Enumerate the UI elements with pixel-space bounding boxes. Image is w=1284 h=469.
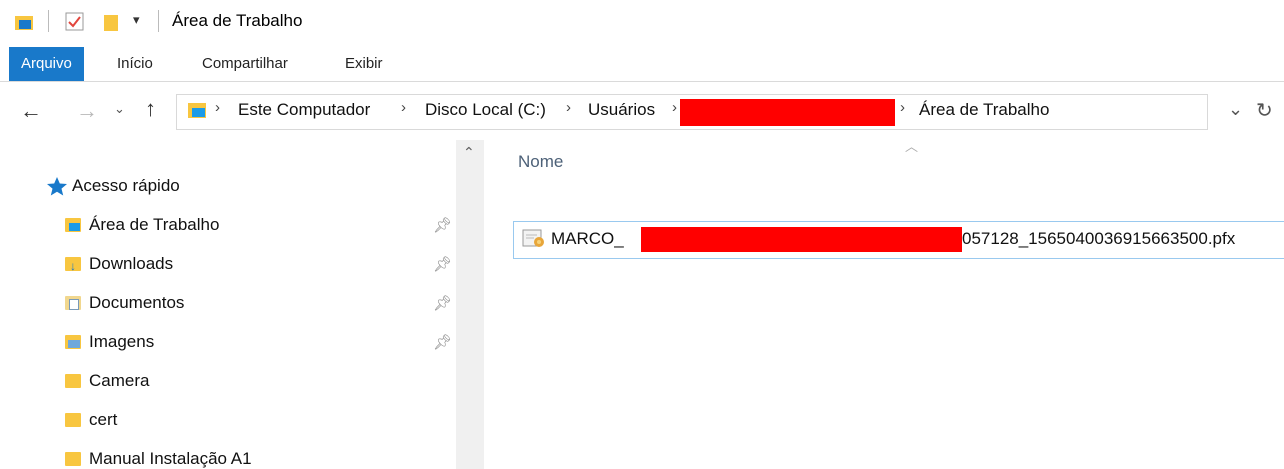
- navigation-pane: Acesso rápido Área de Trabalho 📌︎ ↓ Down…: [0, 140, 458, 469]
- redacted-file-name: [641, 227, 962, 252]
- desktop-folder-icon-overlay: [69, 223, 80, 231]
- star-icon: [47, 177, 67, 196]
- refresh-icon[interactable]: ↻: [1256, 98, 1273, 123]
- sidebar-item-documentos[interactable]: Documentos: [89, 293, 184, 313]
- chevron-right-icon[interactable]: ›: [566, 99, 571, 116]
- pin-icon[interactable]: 📌︎: [433, 333, 452, 351]
- sidebar-item-area-de-trabalho[interactable]: Área de Trabalho: [89, 215, 219, 235]
- file-name-prefix: MARCO_: [551, 229, 624, 248]
- file-explorer-icon: [15, 16, 33, 30]
- scroll-up-icon[interactable]: ⌃: [463, 144, 475, 161]
- chevron-right-icon[interactable]: ›: [215, 99, 220, 116]
- file-name-suffix: 057128_1565040036915663500.pfx: [962, 229, 1236, 248]
- desktop-location-icon: [188, 103, 206, 118]
- sidebar-scrollbar[interactable]: ⌃: [456, 140, 484, 469]
- folder-icon: [65, 374, 81, 388]
- chevron-right-icon[interactable]: ›: [900, 99, 905, 116]
- certificate-file-icon: [522, 229, 544, 247]
- document-page-icon: [69, 299, 79, 310]
- recent-locations-icon[interactable]: ⌄: [114, 101, 125, 117]
- sidebar-item-manual-instalacao-a1[interactable]: Manual Instalação A1: [89, 449, 252, 469]
- window-title: Área de Trabalho: [172, 11, 303, 30]
- quick-access-label[interactable]: Acesso rápido: [72, 176, 180, 196]
- pin-icon[interactable]: 📌︎: [433, 216, 452, 234]
- new-folder-icon[interactable]: [102, 12, 122, 32]
- sidebar-item-camera[interactable]: Camera: [89, 371, 149, 391]
- download-arrow-icon: ↓: [70, 259, 76, 273]
- toolbar-divider: [48, 10, 49, 32]
- folder-icon: [65, 452, 81, 466]
- properties-icon[interactable]: [65, 12, 85, 32]
- picture-overlay-icon: [68, 340, 80, 348]
- breadcrumb-este-computador[interactable]: Este Computador: [238, 100, 370, 120]
- tab-arquivo[interactable]: Arquivo: [9, 47, 84, 81]
- toolbar-divider: [158, 10, 159, 32]
- chevron-right-icon[interactable]: ›: [401, 99, 406, 116]
- pin-icon[interactable]: 📌︎: [433, 255, 452, 273]
- tab-exibir[interactable]: Exibir: [345, 47, 383, 81]
- breadcrumb-area-de-trabalho[interactable]: Área de Trabalho: [919, 100, 1049, 120]
- up-icon[interactable]: ↑: [145, 96, 156, 122]
- quick-access-dropdown-icon[interactable]: ▾: [133, 12, 140, 28]
- tab-compartilhar[interactable]: Compartilhar: [202, 47, 288, 81]
- folder-icon: [65, 413, 81, 427]
- breadcrumb-disco-local[interactable]: Disco Local (C:): [425, 100, 546, 120]
- sort-ascending-icon: ︿: [905, 139, 919, 154]
- title-bar: ▾ Área de Trabalho: [0, 0, 1284, 44]
- column-header-nome[interactable]: Nome: [518, 152, 563, 172]
- sidebar-item-imagens[interactable]: Imagens: [89, 332, 154, 352]
- pin-icon[interactable]: 📌︎: [433, 294, 452, 312]
- redacted-username: [680, 99, 895, 126]
- address-history-dropdown-icon[interactable]: ⌄: [1228, 99, 1243, 120]
- sidebar-item-downloads[interactable]: Downloads: [89, 254, 173, 274]
- chevron-right-icon[interactable]: ›: [672, 99, 677, 116]
- back-icon[interactable]: ←: [20, 98, 42, 124]
- sidebar-item-cert[interactable]: cert: [89, 410, 117, 430]
- breadcrumb-usuarios[interactable]: Usuários: [588, 100, 655, 120]
- tab-inicio[interactable]: Início: [117, 47, 153, 81]
- forward-icon[interactable]: →: [76, 98, 98, 124]
- ribbon-tabs: Arquivo Início Compartilhar Exibir: [0, 47, 1284, 82]
